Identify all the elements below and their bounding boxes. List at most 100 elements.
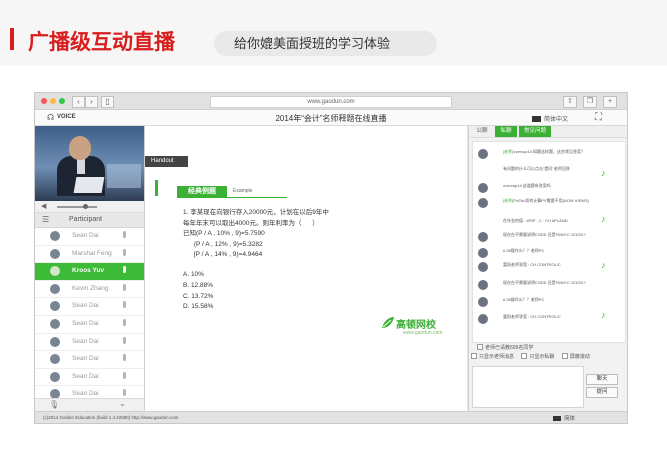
- tabs-icon[interactable]: ❐: [583, 96, 597, 108]
- ask-question-button[interactable]: 提问: [586, 387, 618, 398]
- participant-list: Sean Dai Marshal Feng Kroos Yuv Kevin Zh…: [35, 228, 144, 404]
- microphone-icon[interactable]: [123, 354, 126, 362]
- message-text: 富阳老师答案 : CH CONTROL/C: [503, 314, 561, 319]
- avatar: [478, 149, 488, 159]
- avatar: [50, 318, 60, 329]
- message-text: 现在在不需要说明CODE 还是FINIS:C GOOD?: [503, 232, 586, 237]
- menu-icon[interactable]: ☰: [42, 215, 49, 224]
- chevron-down-icon[interactable]: ⌄: [119, 399, 126, 408]
- chat-panel: 公聊 私聊 常见问题 [老师]overcup14:如题这样题，这些常见答案？ 有…: [468, 126, 627, 411]
- microphone-icon[interactable]: [123, 266, 126, 274]
- microphone-icon[interactable]: [123, 231, 126, 238]
- participant-name: Marshal Feng: [72, 249, 112, 257]
- teacher-head: [69, 136, 91, 160]
- volume-slider-knob[interactable]: [83, 204, 88, 209]
- filter-checkbox[interactable]: [521, 353, 528, 359]
- filter-no-scroll[interactable]: 屏蔽滚动: [561, 353, 590, 360]
- participant-row[interactable]: Sean Dai: [35, 228, 144, 246]
- microphone-icon[interactable]: [123, 318, 126, 326]
- microphone-icon[interactable]: ♪: [601, 214, 611, 224]
- tab-private-chat[interactable]: 私聊: [495, 126, 517, 137]
- teacher-laptop: [73, 177, 105, 193]
- monitor-icon: [532, 116, 541, 122]
- microphone-icon[interactable]: [123, 371, 126, 379]
- address-bar[interactable]: www.gaodun.com: [210, 96, 452, 108]
- microphone-icon[interactable]: [123, 283, 126, 291]
- fullscreen-icon[interactable]: ⛶: [595, 112, 602, 123]
- class-size-text: 老师已请教609名同学: [485, 345, 534, 351]
- question-line: [P / A , 14% , 9)=4.9464: [183, 251, 263, 259]
- status-bar: (c)2014 Golden Education (build 1.4.2268…: [35, 411, 627, 423]
- speaker-icon[interactable]: ◀: [41, 202, 46, 210]
- app-window: ‹ › ▯ www.gaodun.com ⇧ ❐ + ☊ VOICE 2014年…: [34, 92, 628, 424]
- tab-faq[interactable]: 常见问题: [519, 126, 551, 137]
- sidebar-toggle-icon[interactable]: ▯: [101, 96, 114, 108]
- message-sender: [老师]: [503, 149, 514, 154]
- avatar: [478, 198, 488, 208]
- avatar: [478, 314, 488, 324]
- chat-input[interactable]: [472, 366, 584, 408]
- example-subtitle: Example: [233, 188, 253, 194]
- filter-row: 只显示老师消息 只显示私聊 屏蔽滚动: [469, 353, 590, 360]
- message-text: overcup14:这道题有答案吗: [503, 183, 551, 188]
- participant-row[interactable]: Sean Dai: [35, 298, 144, 316]
- microphone-icon[interactable]: ♪: [601, 260, 611, 270]
- minimize-window-dot[interactable]: [50, 98, 56, 104]
- new-tab-icon[interactable]: +: [603, 96, 617, 108]
- question-line: 1. 李某现在向银行存入20000元，计划在以后9年中: [183, 209, 329, 216]
- participant-row[interactable]: Marshal Feng: [35, 246, 144, 264]
- answer-option: D. 15.58%: [183, 303, 214, 311]
- language-switch-label: 简体中文: [544, 117, 569, 123]
- microphone-icon[interactable]: [123, 336, 126, 344]
- participant-name: Kevin Zhang: [72, 284, 109, 292]
- status-language[interactable]: 简体: [553, 414, 575, 422]
- participant-header: ☰ Participant: [35, 213, 144, 228]
- participant-row-active[interactable]: Kroos Yuv: [35, 263, 144, 281]
- example-underline: [177, 197, 287, 198]
- answer-option: A. 10%: [183, 271, 204, 278]
- close-window-dot[interactable]: [41, 98, 47, 104]
- microphone-icon[interactable]: ♪: [601, 310, 611, 320]
- participant-row[interactable]: Sean Dai: [35, 316, 144, 334]
- microphone-icon[interactable]: 🎙: [49, 400, 59, 409]
- participant-row[interactable]: Sean Dai: [35, 369, 144, 387]
- chat-button[interactable]: 聊天: [586, 374, 618, 385]
- question-text: 1. 李某现在向银行存入20000元，计划在以后9年中 每年年末可以取出4000…: [183, 208, 463, 261]
- avatar: [50, 231, 60, 241]
- share-icon[interactable]: ⇧: [563, 96, 577, 108]
- participant-label: Participant: [69, 216, 103, 223]
- participant-name: Sean Dai: [72, 337, 99, 345]
- participant-row[interactable]: Sean Dai: [35, 351, 144, 369]
- avatar: [478, 232, 488, 242]
- filter-checkbox[interactable]: [471, 353, 477, 359]
- logo-url: www.gaodun.com: [403, 330, 443, 336]
- message-text: [老师]FinTot:如何计算PV需要不用(NOW VIEWS): [503, 198, 591, 204]
- forward-icon[interactable]: ›: [85, 96, 98, 108]
- answer-option: B. 12.88%: [183, 281, 213, 289]
- tab-public-chat[interactable]: 公聊: [471, 126, 493, 137]
- back-icon[interactable]: ‹: [72, 96, 85, 108]
- chat-tabs: 公聊 私聊 常见问题: [469, 126, 627, 138]
- language-switch[interactable]: 简体中文: [532, 114, 568, 123]
- participant-row[interactable]: Kevin Zhang: [35, 281, 144, 299]
- participant-row[interactable]: Sean Dai: [35, 334, 144, 352]
- chat-messages: [老师]overcup14:如题这样题，这些常见答案？ 有问题的什么可以点击"提…: [472, 141, 626, 343]
- microphone-icon[interactable]: [123, 301, 126, 309]
- filter-teacher-only[interactable]: 只显示老师消息: [471, 353, 514, 360]
- maximize-window-dot[interactable]: [59, 98, 65, 104]
- filter-private-only[interactable]: 只显示私聊: [521, 353, 554, 360]
- teacher-video[interactable]: [35, 126, 144, 201]
- microphone-icon[interactable]: [123, 389, 126, 397]
- option-checkbox[interactable]: [477, 344, 483, 350]
- message-text: [老师]overcup14:如题这样题，这些常见答案？: [503, 149, 591, 155]
- copyright-text: (c)2014 Golden Education (build 1.4.2268…: [43, 415, 179, 420]
- filter-checkbox[interactable]: [561, 353, 568, 359]
- handout-tab[interactable]: Handout: [145, 156, 188, 167]
- avatar: [478, 183, 488, 193]
- microphone-icon[interactable]: [123, 248, 126, 256]
- microphone-icon[interactable]: ♪: [601, 168, 611, 178]
- avatar: [50, 301, 60, 312]
- message-text: # 28操作么？？老师PC: [503, 297, 545, 302]
- volume-slider[interactable]: [57, 206, 97, 208]
- example-accent-bar: [155, 180, 158, 196]
